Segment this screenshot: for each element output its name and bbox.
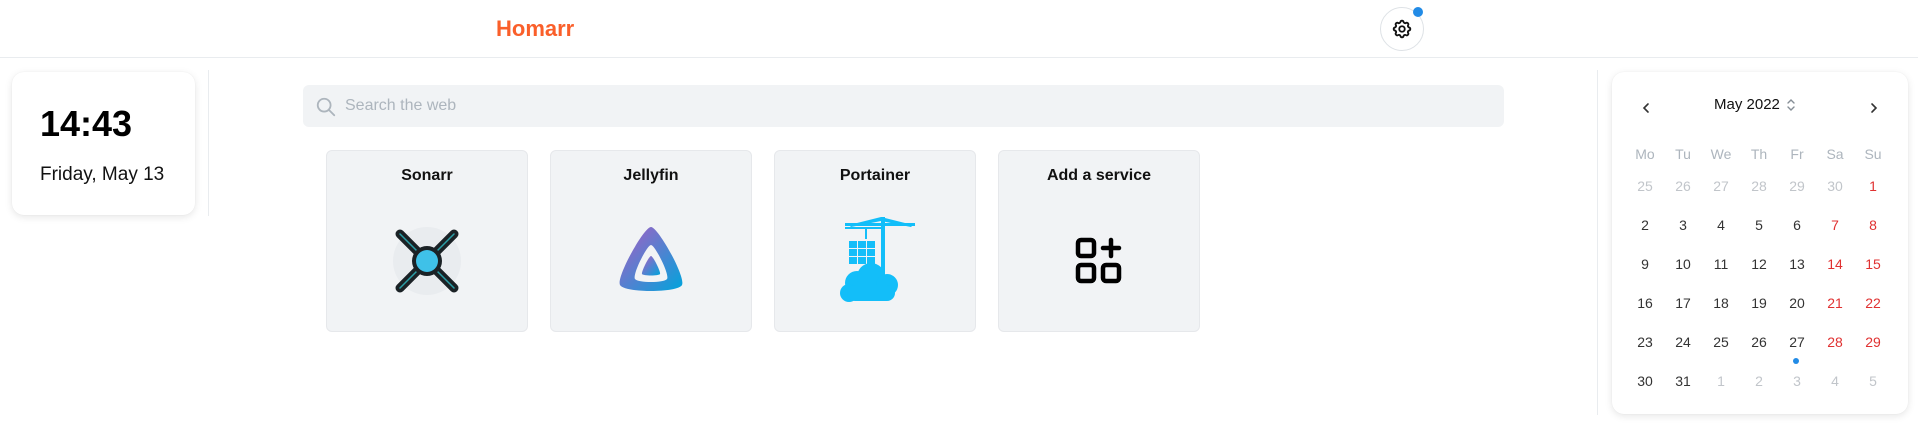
calendar-next-button[interactable] — [1860, 94, 1888, 122]
calendar-prev-button[interactable] — [1632, 94, 1660, 122]
calendar-week-row: 2 3 4 5 6 7 8 — [1626, 209, 1892, 248]
weekday-label: Tu — [1675, 146, 1691, 162]
chevron-right-icon — [1871, 103, 1878, 113]
service-title: Sonarr — [401, 167, 453, 184]
weekday-label: Fr — [1790, 146, 1804, 162]
calendar-week-row: 9 10 11 12 13 14 15 — [1626, 248, 1892, 287]
notification-indicator — [1413, 7, 1423, 17]
calendar-day[interactable]: 23 — [1626, 326, 1664, 365]
weekday-label: Mo — [1635, 146, 1655, 162]
clock-time: 14:43 — [40, 103, 133, 144]
service-title: Portainer — [839, 167, 911, 184]
calendar-day-outside[interactable]: 1 — [1702, 365, 1740, 404]
chevron-left-icon — [1642, 103, 1649, 113]
right-sidebar-divider — [1597, 70, 1598, 415]
search-bar[interactable] — [303, 85, 1504, 127]
calendar-day-outside[interactable]: 28 — [1740, 170, 1778, 209]
gear-icon — [1392, 19, 1412, 39]
calendar-day-outside[interactable]: 5 — [1854, 365, 1892, 404]
calendar-grid: Mo Tu We Th Fr Sa Su 25 26 27 28 29 30 1… — [1626, 138, 1892, 404]
calendar-day[interactable]: 18 — [1702, 287, 1740, 326]
calendar-day[interactable]: 26 — [1740, 326, 1778, 365]
calendar-day-weekend[interactable]: 14 — [1816, 248, 1854, 287]
calendar-week-row: 30 31 1 2 3 4 5 — [1626, 358, 1892, 404]
calendar-day-weekend[interactable]: 21 — [1816, 287, 1854, 326]
weekday-label: Th — [1750, 146, 1768, 162]
service-tile-sonarr[interactable]: Sonarr — [326, 150, 528, 332]
calendar-day[interactable]: 19 — [1740, 287, 1778, 326]
clock-date: Friday, May 13 — [40, 164, 165, 185]
weekday-label: We — [1710, 146, 1732, 162]
left-sidebar-divider — [208, 70, 209, 216]
calendar-day[interactable]: 31 — [1664, 365, 1702, 404]
calendar-week-row: 25 26 27 28 29 30 1 — [1626, 170, 1892, 209]
clock-widget: 14:43 Friday, May 13 — [12, 72, 195, 215]
calendar-day[interactable]: 5 — [1740, 209, 1778, 248]
calendar-day[interactable]: 30 — [1626, 365, 1664, 404]
calendar-day[interactable]: 2 — [1626, 209, 1664, 248]
calendar-day-outside[interactable]: 26 — [1664, 170, 1702, 209]
calendar-day-weekend[interactable]: 29 — [1854, 326, 1892, 365]
search-input[interactable] — [345, 85, 1485, 127]
calendar-day-weekend[interactable]: 22 — [1854, 287, 1892, 326]
sonarr-logo-icon — [377, 211, 477, 311]
calendar-day-weekend[interactable]: 28 — [1816, 326, 1854, 365]
service-tile-jellyfin[interactable]: Jellyfin — [550, 150, 752, 332]
calendar-day-weekend[interactable]: 7 — [1816, 209, 1854, 248]
calendar-day[interactable]: 16 — [1626, 287, 1664, 326]
calendar-day[interactable]: 11 — [1702, 248, 1740, 287]
calendar-day[interactable]: 3 — [1664, 209, 1702, 248]
top-header: Homarr — [0, 0, 1918, 58]
calendar-day[interactable]: 6 — [1778, 209, 1816, 248]
jellyfin-logo-icon — [601, 211, 701, 311]
calendar-widget: May 2022 Mo Tu We Th Fr Sa Su 25 26 27 2… — [1612, 72, 1908, 414]
calendar-day-outside[interactable]: 27 — [1702, 170, 1740, 209]
calendar-day-weekend[interactable]: 1 — [1854, 170, 1892, 209]
calendar-day-outside[interactable]: 2 — [1740, 365, 1778, 404]
service-tile-portainer[interactable]: Portainer — [774, 150, 976, 332]
portainer-logo-icon — [825, 211, 925, 311]
calendar-day-with-event[interactable]: 3 — [1778, 358, 1816, 404]
calendar-day-weekend[interactable]: 15 — [1854, 248, 1892, 287]
calendar-day[interactable]: 20 — [1778, 287, 1816, 326]
service-title: Add a service — [1046, 167, 1152, 184]
calendar-day[interactable]: 24 — [1664, 326, 1702, 365]
calendar-day-outside[interactable]: 4 — [1816, 365, 1854, 404]
calendar-day-outside[interactable]: 30 — [1816, 170, 1854, 209]
search-icon — [316, 97, 336, 117]
event-indicator-dot — [1793, 358, 1799, 364]
calendar-day-outside[interactable]: 29 — [1778, 170, 1816, 209]
brand-title[interactable]: Homarr — [496, 16, 574, 42]
add-apps-icon — [1049, 211, 1149, 311]
calendar-day[interactable]: 4 — [1702, 209, 1740, 248]
calendar-weekday-row: Mo Tu We Th Fr Sa Su — [1626, 138, 1892, 170]
calendar-day[interactable]: 13 — [1778, 248, 1816, 287]
calendar-day[interactable]: 17 — [1664, 287, 1702, 326]
service-title: Jellyfin — [623, 167, 679, 184]
calendar-day[interactable]: 25 — [1702, 326, 1740, 365]
calendar-day-outside[interactable]: 25 — [1626, 170, 1664, 209]
calendar-day[interactable]: 9 — [1626, 248, 1664, 287]
calendar-day[interactable]: 12 — [1740, 248, 1778, 287]
calendar-month-label: May 2022 — [1714, 96, 1780, 113]
service-tile-add-service[interactable]: Add a service — [998, 150, 1200, 332]
selector-icon — [1787, 98, 1795, 111]
calendar-day[interactable]: 10 — [1664, 248, 1702, 287]
calendar-day-weekend[interactable]: 8 — [1854, 209, 1892, 248]
weekday-label: Sa — [1826, 146, 1844, 162]
calendar-week-row: 23 24 25 26 27 28 29 — [1626, 326, 1892, 365]
calendar-day-label: 3 — [1793, 373, 1801, 389]
weekday-label: Su — [1864, 146, 1882, 162]
calendar-month-selector[interactable]: May 2022 — [1714, 96, 1812, 113]
calendar-week-row: 16 17 18 19 20 21 22 — [1626, 287, 1892, 326]
